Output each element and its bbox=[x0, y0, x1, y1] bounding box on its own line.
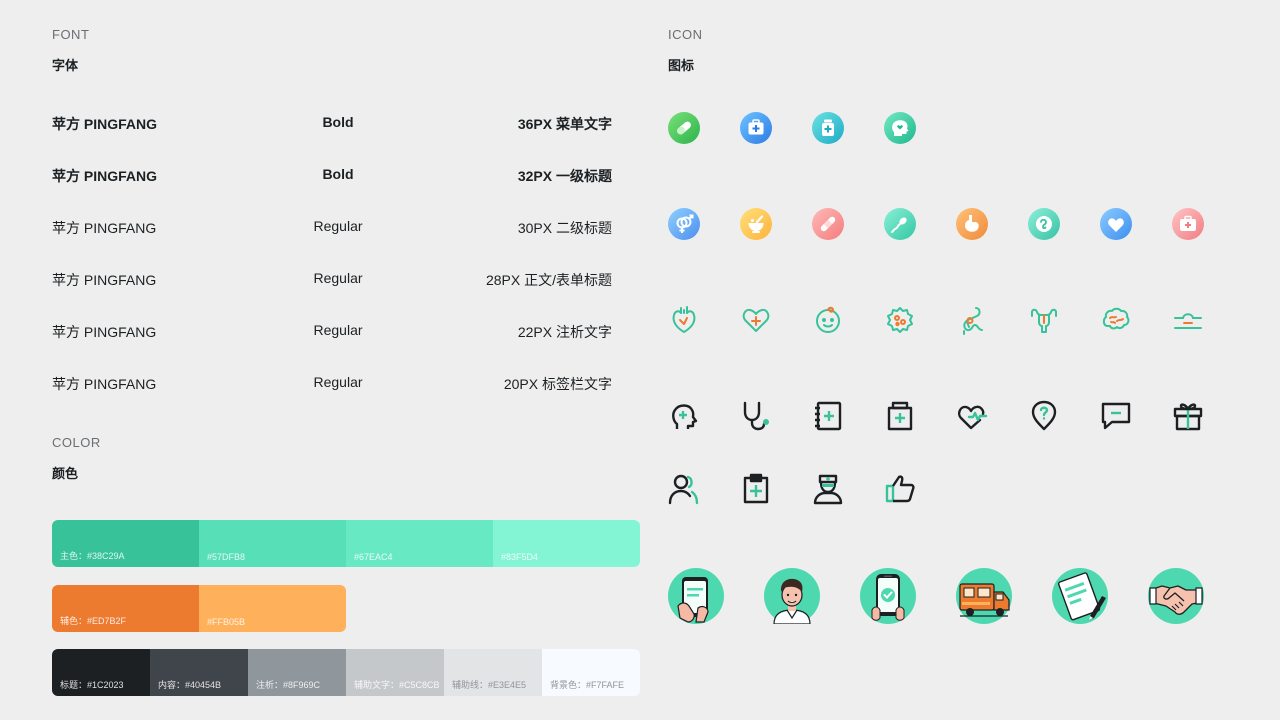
swatch-label: #57DFB8 bbox=[207, 552, 246, 562]
pill-icon bbox=[668, 112, 700, 144]
color-swatch-primary: 主色：#38C29A bbox=[52, 520, 199, 567]
font-name: 苹方 PINGFANG bbox=[52, 220, 157, 236]
phone-hand-illustration bbox=[668, 568, 724, 624]
doctor-illustration bbox=[764, 568, 820, 624]
secondary-color-palette: 辅色：#ED7B2F #FFB05B bbox=[52, 585, 346, 632]
font-name: 苹方 PINGFANG bbox=[52, 376, 157, 392]
swatch-label: 背景色：#F7FAFE bbox=[550, 680, 625, 690]
users-icon bbox=[668, 473, 700, 505]
font-row: 苹方 PINGFANG Bold 32PX 一级标题 bbox=[52, 166, 612, 186]
color-section-title-cn: 颜色 bbox=[52, 466, 79, 481]
chat-minus-icon bbox=[1100, 400, 1132, 432]
thumbs-up-icon bbox=[884, 473, 916, 505]
font-row: 苹方 PINGFANG Regular 28PX 正文/表单标题 bbox=[52, 270, 612, 290]
font-weight: Regular bbox=[313, 322, 363, 338]
mortar-icon bbox=[740, 208, 772, 240]
virus-icon bbox=[884, 304, 916, 336]
swatch-label: #67EAC4 bbox=[354, 552, 393, 562]
mental-health-icon bbox=[884, 112, 916, 144]
uterus-icon bbox=[1028, 304, 1060, 336]
font-weight: Regular bbox=[313, 218, 363, 234]
swatch-label: 标题：#1C2023 bbox=[60, 680, 124, 690]
color-swatch-title: 标题：#1C2023 bbox=[52, 649, 150, 696]
medicine-bottle-icon bbox=[812, 112, 844, 144]
swatch-label: 内容：#40454B bbox=[158, 680, 222, 690]
color-swatch: #57DFB8 bbox=[199, 520, 346, 567]
color-swatch: #FFB05B bbox=[199, 585, 346, 632]
neutral-color-palette: 标题：#1C2023 内容：#40454B 注析：#8F969C 辅助文字：#C… bbox=[52, 649, 640, 696]
swatch-label: 注析：#8F969C bbox=[256, 680, 321, 690]
font-section-title-en: FONT bbox=[52, 27, 90, 42]
icon-section-title-cn: 图标 bbox=[668, 58, 695, 73]
stethoscope-icon bbox=[740, 400, 772, 432]
font-size-usage: 28PX 正文/表单标题 bbox=[485, 272, 612, 288]
handshake-illustration bbox=[1148, 568, 1204, 624]
color-swatch: #67EAC4 bbox=[346, 520, 493, 567]
swatch-label: #83F5D4 bbox=[501, 552, 539, 562]
brain-icon bbox=[1100, 304, 1132, 336]
swatch-label: 主色：#38C29A bbox=[60, 551, 125, 561]
font-row: 苹方 PINGFANG Bold 36PX 菜单文字 bbox=[52, 114, 612, 134]
color-swatch-secondary: 辅色：#ED7B2F bbox=[52, 585, 199, 632]
heart-plus-icon bbox=[740, 304, 772, 336]
font-weight: Bold bbox=[322, 114, 354, 130]
font-section-title-cn: 字体 bbox=[52, 58, 79, 73]
color-swatch-content: 内容：#40454B bbox=[150, 649, 248, 696]
color-swatch: #83F5D4 bbox=[493, 520, 640, 567]
color-swatch-note: 注析：#8F969C bbox=[248, 649, 346, 696]
stomach-icon bbox=[956, 208, 988, 240]
font-weight: Regular bbox=[313, 374, 363, 390]
nurse-icon bbox=[812, 473, 844, 505]
swatch-label: 辅助线：#E3E4E5 bbox=[452, 680, 527, 690]
child-face-icon bbox=[812, 304, 844, 336]
swatch-label: 辅色：#ED7B2F bbox=[60, 616, 127, 626]
font-size-usage: 20PX 标签栏文字 bbox=[503, 376, 612, 392]
font-size-usage: 32PX 一级标题 bbox=[517, 168, 612, 184]
intestine-icon bbox=[956, 304, 988, 336]
phone-check-illustration bbox=[860, 568, 916, 624]
swatch-label: #FFB05B bbox=[207, 617, 246, 627]
document-pen-illustration bbox=[1052, 568, 1108, 624]
delivery-truck-illustration bbox=[956, 568, 1012, 624]
color-swatch-background: 背景色：#F7FAFE bbox=[542, 649, 640, 696]
font-name: 苹方 PINGFANG bbox=[52, 272, 157, 288]
medicine-jar-icon bbox=[884, 400, 916, 432]
clipboard-cross-icon bbox=[740, 473, 772, 505]
font-name: 苹方 PINGFANG bbox=[52, 324, 157, 340]
sperm-icon bbox=[884, 208, 916, 240]
primary-color-palette: 主色：#38C29A #57DFB8 #67EAC4 #83F5D4 bbox=[52, 520, 640, 567]
medical-case-icon bbox=[1172, 208, 1204, 240]
bandage-icon bbox=[812, 208, 844, 240]
gift-icon bbox=[1172, 400, 1204, 432]
font-weight: Bold bbox=[322, 166, 354, 182]
color-swatch-aux-text: 辅助文字：#C5C8CB bbox=[346, 649, 444, 696]
medical-record-icon bbox=[812, 400, 844, 432]
location-question-icon bbox=[1028, 400, 1060, 432]
font-size-usage: 36PX 菜单文字 bbox=[517, 116, 612, 132]
heart-organ-icon bbox=[668, 304, 700, 336]
first-aid-kit-icon bbox=[740, 112, 772, 144]
skin-icon bbox=[1172, 304, 1204, 336]
font-weight: Regular bbox=[313, 270, 363, 286]
color-swatch-aux-line: 辅助线：#E3E4E5 bbox=[444, 649, 542, 696]
icon-section-title-en: ICON bbox=[668, 27, 703, 42]
heart-icon bbox=[1100, 208, 1132, 240]
font-size-usage: 30PX 二级标题 bbox=[517, 220, 612, 236]
head-cross-icon bbox=[668, 400, 700, 432]
font-row: 苹方 PINGFANG Regular 22PX 注析文字 bbox=[52, 322, 612, 342]
font-name: 苹方 PINGFANG bbox=[52, 168, 158, 184]
swatch-label: 辅助文字：#C5C8CB bbox=[354, 680, 440, 690]
font-row: 苹方 PINGFANG Regular 20PX 标签栏文字 bbox=[52, 374, 612, 394]
embryo-icon bbox=[1028, 208, 1060, 240]
gender-icon bbox=[668, 208, 700, 240]
font-name: 苹方 PINGFANG bbox=[52, 116, 158, 132]
heartbeat-icon bbox=[956, 400, 988, 432]
color-section-title-en: COLOR bbox=[52, 435, 101, 450]
font-size-usage: 22PX 注析文字 bbox=[517, 324, 612, 340]
font-row: 苹方 PINGFANG Regular 30PX 二级标题 bbox=[52, 218, 612, 238]
